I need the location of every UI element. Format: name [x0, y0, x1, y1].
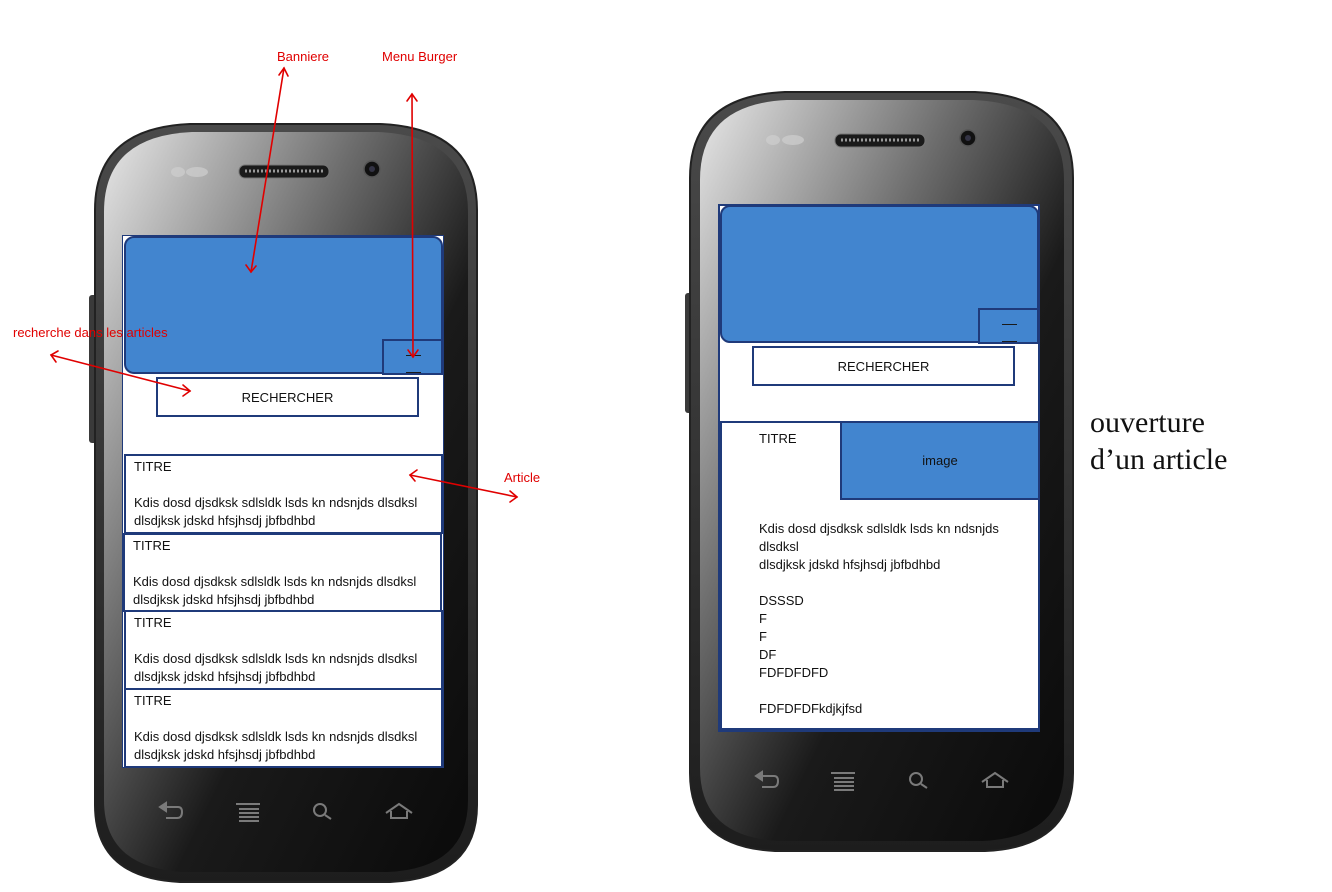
annotation-arrows [49, 66, 519, 503]
annotation-search: recherche dans les articles [13, 325, 168, 340]
annotation-burger: Menu Burger [382, 49, 458, 64]
annotation-article: Article [504, 470, 541, 485]
annotation-banner: Banniere [277, 49, 330, 64]
